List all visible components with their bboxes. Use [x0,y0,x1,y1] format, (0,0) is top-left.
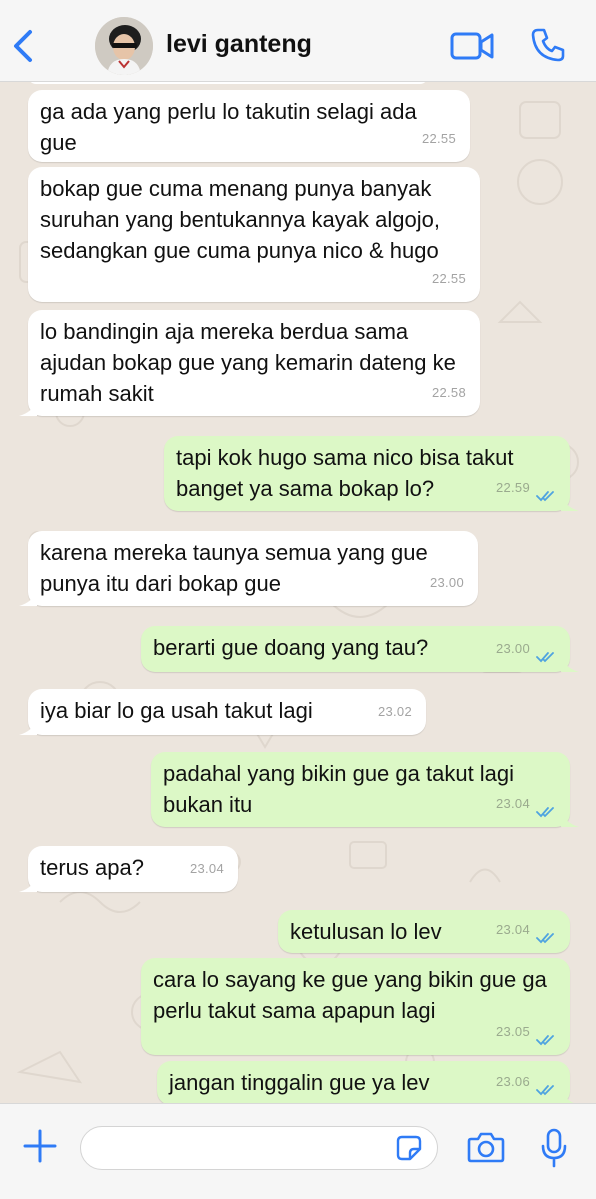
microphone-icon[interactable] [540,1128,568,1168]
message-time: 23.02 [377,704,412,719]
camera-icon[interactable] [467,1131,505,1163]
message-text: karena mereka taunya semua yang gue puny… [40,540,434,596]
message-time: 23.00 [495,641,530,656]
message-time: 23.00 [429,575,464,590]
previous-message-edge [28,82,428,84]
message-time: 22.55 [421,131,456,146]
plus-icon[interactable] [22,1128,58,1164]
read-ticks-icon [536,933,554,944]
message-incoming[interactable]: lo bandingin aja mereka berdua sama ajud… [19,310,480,416]
read-ticks-icon [536,807,554,818]
message-time: 23.04 [189,861,224,876]
message-outgoing[interactable]: ketulusan lo lev 23.04 [278,910,570,953]
read-ticks-icon [536,1085,554,1096]
read-ticks-icon [536,1035,554,1046]
video-camera-icon[interactable] [450,30,494,62]
message-time: 22.55 [431,271,466,286]
message-time: 22.59 [495,480,530,495]
message-incoming[interactable]: bokap gue cuma menang punya banyak suruh… [28,167,480,302]
message-time: 23.06 [495,1074,530,1089]
message-outgoing[interactable]: berarti gue doang yang tau? 23.00 [141,626,579,672]
chevron-left-icon[interactable] [10,28,38,64]
message-text: bokap gue cuma menang punya banyak suruh… [40,176,447,263]
message-incoming[interactable]: karena mereka taunya semua yang gue puny… [19,531,478,606]
message-time: 23.04 [495,796,530,811]
chat-header: levi ganteng [0,0,596,82]
message-outgoing[interactable]: cara lo sayang ke gue yang bikin gue ga … [141,958,570,1055]
message-outgoing[interactable]: jangan tinggalin gue ya lev 23.06 [157,1061,574,1103]
message-time: 22.58 [431,385,466,400]
phone-icon[interactable] [530,27,566,63]
message-incoming[interactable]: iya biar lo ga usah takut lagi 23.02 [19,689,426,735]
compose-bar [0,1103,596,1199]
read-ticks-icon [536,491,554,502]
message-time: 23.04 [495,922,530,937]
chat-area[interactable]: ga ada yang perlu lo takutin selagi ada … [0,82,596,1103]
read-ticks-icon [536,652,554,663]
contact-name[interactable]: levi ganteng [166,30,312,59]
message-text: lo bandingin aja mereka berdua sama ajud… [40,319,462,406]
message-outgoing[interactable]: padahal yang bikin gue ga takut lagi buk… [151,752,579,827]
message-time: 23.05 [495,1024,530,1039]
message-outgoing[interactable]: tapi kok hugo sama nico bisa takut bange… [164,436,579,511]
message-input[interactable] [80,1126,438,1170]
message-text: ga ada yang perlu lo takutin selagi ada … [40,99,423,155]
avatar[interactable] [95,17,153,75]
message-incoming[interactable]: ga ada yang perlu lo takutin selagi ada … [28,90,470,162]
message-text: iya biar lo ga usah takut lagi [40,698,313,723]
sticker-icon[interactable] [396,1135,422,1161]
message-incoming[interactable]: terus apa? 23.04 [19,846,238,892]
